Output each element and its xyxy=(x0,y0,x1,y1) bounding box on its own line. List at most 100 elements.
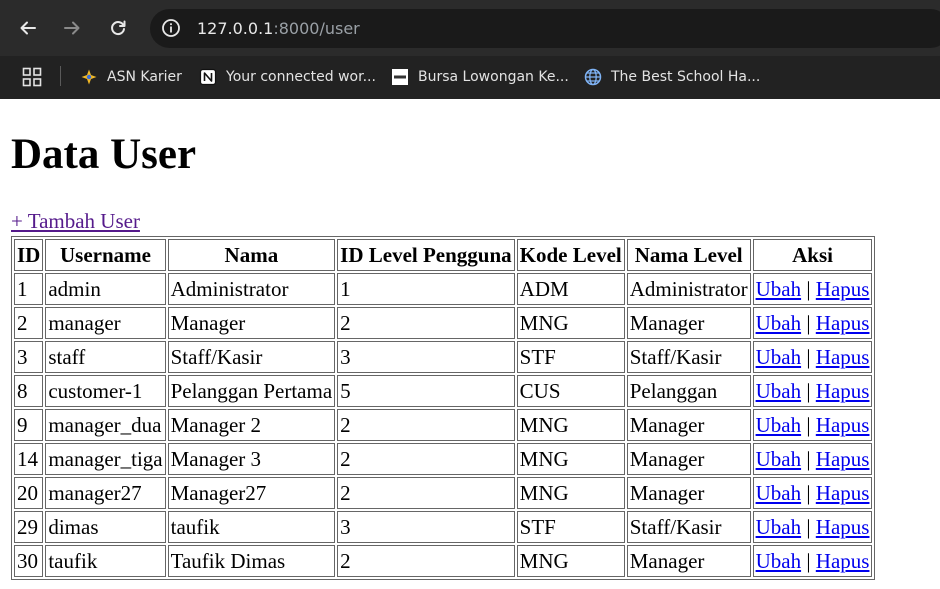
url-host: 127.0.0.1 xyxy=(197,19,274,38)
table-row: 14 manager_tiga Manager 3 2 MNG Manager Ubah |… xyxy=(14,443,873,475)
bookmark-notion[interactable]: Your connected wor... xyxy=(199,64,376,90)
cell-aksi: Ubah | Hapus xyxy=(752,375,873,407)
action-separator: | xyxy=(806,311,811,335)
browser-chrome: 127.0.0.1:8000/user ASN Karier Your conn… xyxy=(0,0,940,99)
page-content: Data User + Tambah User ID Username Nama… xyxy=(0,99,940,589)
cell-level-nama: Manager xyxy=(626,443,751,475)
header-level-kode: Kode Level xyxy=(516,239,625,271)
cell-nama: Manager 2 xyxy=(167,409,336,441)
delete-link[interactable]: Hapus xyxy=(816,379,870,403)
add-user-link[interactable]: + Tambah User xyxy=(11,209,140,233)
header-nama: Nama xyxy=(167,239,336,271)
cell-nama: Taufik Dimas xyxy=(167,545,336,577)
url-path: :8000/user xyxy=(273,19,360,38)
cell-nama: Pelanggan Pertama xyxy=(167,375,336,407)
edit-link[interactable]: Ubah xyxy=(756,549,802,573)
cell-nama: Manager27 xyxy=(167,477,336,509)
table-row: 29 dimas taufik 3 STF Staff/Kasir Ubah | Hapus xyxy=(14,511,873,543)
cell-username: admin xyxy=(45,273,166,305)
action-separator: | xyxy=(806,447,811,471)
edit-link[interactable]: Ubah xyxy=(756,515,802,539)
cell-level-nama: Administrator xyxy=(626,273,751,305)
action-separator: | xyxy=(806,345,811,369)
cell-id: 9 xyxy=(14,409,44,441)
cell-level-kode: MNG xyxy=(516,545,625,577)
cell-id: 2 xyxy=(14,307,44,339)
cell-aksi: Ubah | Hapus xyxy=(752,511,873,543)
table-body: 1 admin Administrator 1 ADM Administrator Ubah… xyxy=(14,273,873,577)
edit-link[interactable]: Ubah xyxy=(756,379,802,403)
reload-button[interactable] xyxy=(104,14,132,42)
cell-level-nama: Manager xyxy=(626,477,751,509)
delete-link[interactable]: Hapus xyxy=(816,345,870,369)
cell-level-nama: Manager xyxy=(626,545,751,577)
cell-id: 14 xyxy=(14,443,44,475)
forward-arrow-icon xyxy=(64,21,80,35)
back-button[interactable] xyxy=(14,14,42,42)
cell-aksi: Ubah | Hapus xyxy=(752,477,873,509)
edit-link[interactable]: Ubah xyxy=(756,447,802,471)
cell-level-id: 2 xyxy=(337,409,515,441)
header-username: Username xyxy=(45,239,166,271)
table-row: 8 customer-1 Pelanggan Pertama 5 CUS Pelangga… xyxy=(14,375,873,407)
edit-link[interactable]: Ubah xyxy=(756,345,802,369)
bookmark-best-school[interactable]: The Best School Ha... xyxy=(584,64,760,90)
cell-id: 29 xyxy=(14,511,44,543)
edit-link[interactable]: Ubah xyxy=(756,277,802,301)
cell-id: 8 xyxy=(14,375,44,407)
cell-id: 1 xyxy=(14,273,44,305)
globe-icon xyxy=(584,68,602,86)
edit-link[interactable]: Ubah xyxy=(756,413,802,437)
cell-username: manager_tiga xyxy=(45,443,166,475)
page-title: Data User xyxy=(11,131,197,178)
cell-level-kode: MNG xyxy=(516,477,625,509)
cell-level-nama: Manager xyxy=(626,307,751,339)
table-row: 9 manager_dua Manager 2 2 MNG Manager Ubah | H… xyxy=(14,409,873,441)
address-bar[interactable]: 127.0.0.1:8000/user xyxy=(150,9,940,48)
cell-level-id: 3 xyxy=(337,511,515,543)
delete-link[interactable]: Hapus xyxy=(816,413,870,437)
cell-username: customer-1 xyxy=(45,375,166,407)
action-separator: | xyxy=(806,481,811,505)
delete-link[interactable]: Hapus xyxy=(816,515,870,539)
cell-username: staff xyxy=(45,341,166,373)
cell-level-kode: MNG xyxy=(516,307,625,339)
action-separator: | xyxy=(806,515,811,539)
cell-id: 30 xyxy=(14,545,44,577)
action-separator: | xyxy=(806,277,811,301)
action-separator: | xyxy=(806,549,811,573)
site-info-icon[interactable] xyxy=(161,18,181,38)
apps-grid-icon[interactable] xyxy=(22,67,42,87)
cell-level-kode: CUS xyxy=(516,375,625,407)
header-level-id: ID Level Pengguna xyxy=(337,239,515,271)
cell-level-id: 2 xyxy=(337,443,515,475)
cell-level-kode: STF xyxy=(516,341,625,373)
reload-icon xyxy=(111,20,126,36)
bookmark-label: Bursa Lowongan Ke... xyxy=(418,69,569,85)
asn-star-icon xyxy=(80,68,98,86)
delete-link[interactable]: Hapus xyxy=(816,481,870,505)
header-id: ID xyxy=(14,239,44,271)
jobid-icon xyxy=(391,68,409,86)
cell-level-id: 2 xyxy=(337,307,515,339)
edit-link[interactable]: Ubah xyxy=(756,481,802,505)
edit-link[interactable]: Ubah xyxy=(756,311,802,335)
forward-button[interactable] xyxy=(58,14,86,42)
bookmark-asn-karier[interactable]: ASN Karier xyxy=(80,64,182,90)
action-separator: | xyxy=(806,413,811,437)
bookmark-label: Your connected wor... xyxy=(226,69,376,85)
cell-level-kode: MNG xyxy=(516,409,625,441)
notion-icon xyxy=(199,68,217,86)
cell-level-id: 5 xyxy=(337,375,515,407)
cell-username: manager_dua xyxy=(45,409,166,441)
delete-link[interactable]: Hapus xyxy=(816,311,870,335)
cell-aksi: Ubah | Hapus xyxy=(752,273,873,305)
bookmark-bursa-lowongan[interactable]: Bursa Lowongan Ke... xyxy=(391,64,569,90)
delete-link[interactable]: Hapus xyxy=(816,447,870,471)
cell-level-kode: MNG xyxy=(516,443,625,475)
cell-level-nama: Staff/Kasir xyxy=(626,341,751,373)
delete-link[interactable]: Hapus xyxy=(816,277,870,301)
url-text[interactable]: 127.0.0.1:8000/user xyxy=(197,18,360,39)
header-level-nama: Nama Level xyxy=(626,239,751,271)
delete-link[interactable]: Hapus xyxy=(816,549,870,573)
